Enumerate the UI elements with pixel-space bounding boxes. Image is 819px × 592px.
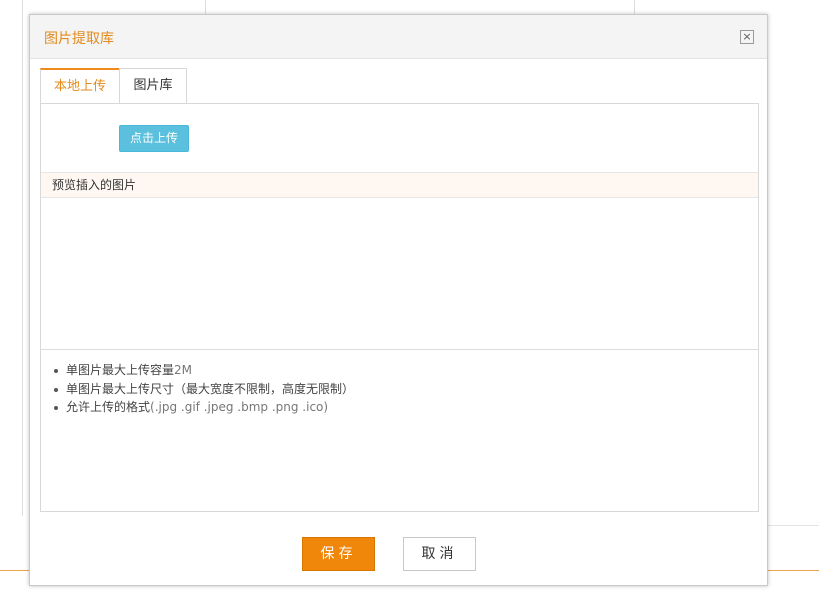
upload-notes: 单图片最大上传容量2M 单图片最大上传尺寸（最大宽度不限制，高度无限制） 允许上… — [52, 361, 354, 417]
dialog-title: 图片提取库 — [44, 31, 114, 47]
save-button[interactable]: 保存 — [302, 537, 375, 571]
image-picker-dialog: 图片提取库 × 本地上传 图片库 点击上传 预览插入的图片 单图片最大上传容量2… — [29, 14, 768, 586]
list-item: 单图片最大上传容量2M — [52, 361, 354, 380]
tab-image-library[interactable]: 图片库 — [119, 68, 187, 104]
tab-local-upload[interactable]: 本地上传 — [40, 68, 120, 105]
preview-header: 预览插入的图片 — [41, 172, 758, 198]
note-text: 允许上传的格式 — [66, 400, 151, 414]
note-formats: (.jpg .gif .jpeg .bmp .png .ico) — [150, 400, 329, 414]
note-text: 单图片最大上传容量 — [66, 363, 175, 377]
background-divider — [768, 525, 819, 526]
list-item: 允许上传的格式(.jpg .gif .jpeg .bmp .png .ico) — [52, 398, 354, 417]
upload-button[interactable]: 点击上传 — [119, 125, 189, 152]
background-divider — [22, 0, 23, 516]
dialog-header: 图片提取库 × — [30, 15, 767, 59]
list-item: 单图片最大上传尺寸（最大宽度不限制，高度无限制） — [52, 380, 354, 399]
note-value: 2M — [174, 363, 193, 377]
close-icon[interactable]: × — [740, 30, 754, 44]
preview-area — [41, 198, 758, 350]
upload-panel: 点击上传 预览插入的图片 单图片最大上传容量2M 单图片最大上传尺寸（最大宽度不… — [40, 103, 759, 512]
cancel-button[interactable]: 取消 — [403, 537, 476, 571]
